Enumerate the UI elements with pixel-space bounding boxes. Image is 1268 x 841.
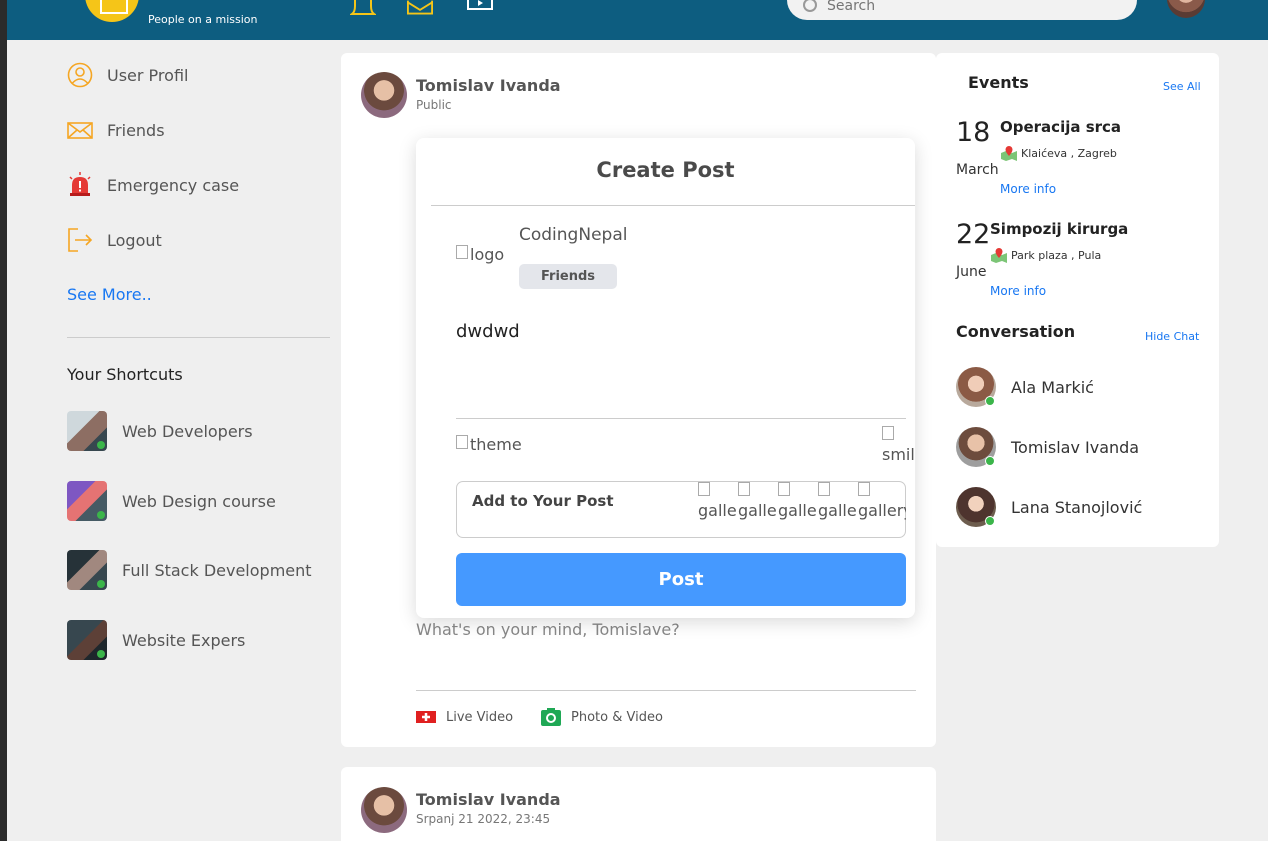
sidebar-item-label: Friends — [107, 120, 165, 140]
post-button[interactable]: Post — [456, 553, 906, 606]
shortcut-label: Full Stack Development — [122, 560, 312, 580]
logo-icon[interactable] — [85, 0, 139, 22]
photo-video-button[interactable]: Photo & Video — [541, 708, 663, 726]
shortcut-thumbnail — [67, 620, 107, 660]
shortcut-label: Web Developers — [122, 421, 253, 441]
add-to-post-label: Add to Your Post — [472, 492, 614, 510]
app: People on a mission User Profil Fr — [7, 0, 1268, 841]
sidebar-item-label: User Profil — [107, 65, 189, 85]
map-pin-icon — [991, 248, 1007, 263]
whats-on-your-mind-prompt[interactable]: What's on your mind, Tomislave? — [416, 620, 680, 639]
post-timestamp: Srpanj 21 2022, 23:45 — [416, 812, 551, 826]
shortcut-website-expers[interactable]: Website Expers — [67, 620, 245, 660]
sidebar-item-friends[interactable]: Friends — [67, 115, 165, 145]
post-text-area[interactable]: dwdwd — [456, 321, 520, 342]
modal-user-name: CodingNepal — [519, 225, 628, 245]
live-video-icon — [416, 711, 436, 723]
event-name: Operacija srca — [1000, 118, 1122, 136]
window-edge — [0, 0, 7, 841]
event-name: Simpozij kirurga — [990, 220, 1129, 238]
mail-icon[interactable] — [407, 0, 433, 16]
shortcut-web-developers[interactable]: Web Developers — [67, 411, 253, 451]
action-label: Live Video — [446, 709, 514, 725]
shortcut-thumbnail — [67, 481, 107, 521]
theme-image[interactable]: theme — [456, 435, 536, 454]
contact-name: Tomislav Ivanda — [1011, 437, 1140, 457]
shortcut-thumbnail — [67, 411, 107, 451]
post-card-divider — [416, 690, 916, 691]
contact-name: Lana Stanojlović — [1011, 497, 1143, 517]
see-more-link[interactable]: See More.. — [67, 285, 152, 304]
logout-icon — [68, 228, 93, 252]
user-icon — [67, 62, 93, 88]
shortcut-label: Web Design course — [122, 491, 276, 511]
gallery-image[interactable]: gallery — [738, 482, 778, 522]
map-pin-icon — [1001, 146, 1017, 161]
contact-avatar — [956, 367, 996, 407]
post-visibility: Public — [416, 98, 452, 112]
contact-avatar — [956, 487, 996, 527]
profile-avatar[interactable] — [1167, 0, 1205, 18]
camera-icon — [541, 708, 561, 726]
sidebar-item-logout[interactable]: Logout — [67, 225, 162, 255]
shortcut-thumbnail — [67, 550, 107, 590]
bell-icon[interactable] — [350, 0, 376, 16]
post-author-name[interactable]: Tomislav Ivanda — [416, 790, 561, 809]
event-month: June — [956, 264, 987, 280]
author-avatar[interactable] — [361, 787, 407, 833]
shortcut-label: Website Expers — [122, 630, 246, 650]
sidebar-item-emergency-case[interactable]: Emergency case — [67, 170, 239, 200]
events-heading: Events — [968, 73, 1029, 92]
contact-name: Ala Markić — [1011, 377, 1094, 397]
sidebar-item-user-profil[interactable]: User Profil — [67, 60, 188, 90]
gallery-image[interactable]: gallery — [818, 482, 858, 522]
event-location-text: Klaićeva , Zagreb — [1021, 146, 1117, 160]
conversation-heading: Conversation — [956, 322, 1076, 341]
modal-divider — [456, 418, 906, 419]
modal-title: Create Post — [596, 158, 735, 182]
add-to-post-box: Add to Your Post gallery gallery gallery… — [456, 481, 906, 538]
chat-contact[interactable]: Tomislav Ivanda — [956, 427, 1139, 467]
gallery-image[interactable]: gallery — [858, 482, 906, 522]
contact-avatar — [956, 427, 996, 467]
post-author-name[interactable]: Tomislav Ivanda — [416, 76, 561, 95]
tagline: People on a mission — [148, 13, 258, 26]
shortcut-web-design-course[interactable]: Web Design course — [67, 481, 276, 521]
sidebar-item-label: Logout — [107, 230, 162, 250]
chat-contact[interactable]: Lana Stanojlović — [956, 487, 1142, 527]
shortcut-full-stack-development[interactable]: Full Stack Development — [67, 550, 312, 590]
event-day: 22 — [956, 219, 991, 250]
see-all-link[interactable]: See All — [1163, 80, 1201, 93]
search-icon — [803, 0, 817, 12]
video-screen-icon[interactable] — [467, 0, 493, 16]
gallery-image[interactable]: gallery — [778, 482, 818, 522]
modal-divider — [431, 205, 915, 206]
gallery-image[interactable]: gallery — [698, 482, 738, 522]
event-location: Park plaza , Pula — [991, 247, 1101, 263]
shortcuts-heading: Your Shortcuts — [67, 365, 183, 384]
mail-icon — [67, 122, 93, 139]
event-location: Klaićeva , Zagreb — [1001, 145, 1117, 161]
hide-chat-link[interactable]: Hide Chat — [1145, 330, 1199, 343]
smile-image[interactable]: smile — [882, 426, 915, 466]
live-video-button[interactable]: Live Video — [416, 708, 513, 726]
alarm-icon — [69, 172, 91, 196]
chat-contact[interactable]: Ala Markić — [956, 367, 1094, 407]
logo-image: logo — [456, 245, 516, 264]
author-avatar[interactable] — [361, 72, 407, 118]
sidebar-divider — [67, 337, 330, 338]
event-month: March — [956, 162, 999, 178]
search-input[interactable] — [827, 0, 1107, 16]
more-info-link[interactable]: More info — [1000, 182, 1056, 196]
sidebar-item-label: Emergency case — [107, 175, 240, 195]
privacy-selector[interactable]: Friends — [519, 264, 617, 289]
more-info-link[interactable]: More info — [990, 284, 1046, 298]
create-post-modal: Create Post logo CodingNepal Friends dwd… — [416, 138, 915, 618]
search-bar[interactable] — [787, 0, 1137, 20]
action-label: Photo & Video — [571, 709, 663, 725]
top-navbar: People on a mission — [7, 0, 1268, 40]
event-day: 18 — [956, 117, 991, 148]
event-location-text: Park plaza , Pula — [1011, 248, 1102, 262]
